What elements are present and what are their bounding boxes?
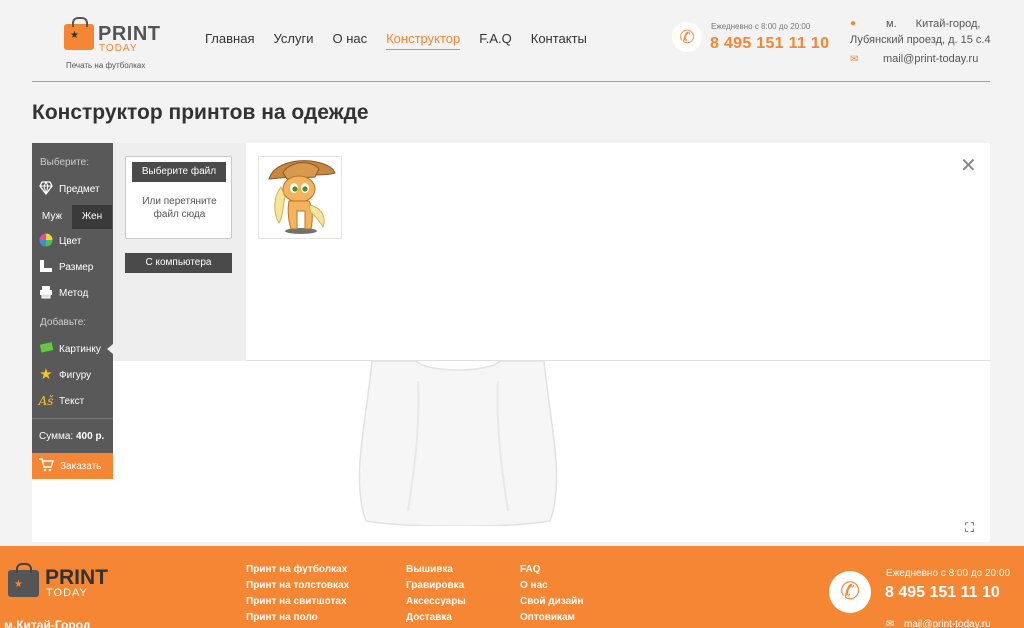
footer-metro: м.Китай-Город — [4, 618, 91, 628]
working-hours: Ежедневно с 8:00 до 20:00 — [711, 22, 811, 31]
star-icon: ★ — [70, 30, 79, 41]
page-title: Конструктор принтов на одежде — [32, 101, 369, 124]
sidebar-item-method[interactable]: Метод — [32, 282, 113, 304]
order-button-label: Заказать — [60, 460, 102, 472]
sidebar-item-shapes[interactable]: ★ Фигуру — [32, 364, 113, 386]
site-header: ★ PRINT TODAY Печать на футболках Главна… — [0, 0, 1024, 82]
close-icon[interactable]: ✕ — [960, 156, 977, 176]
sidebar-divider — [32, 418, 113, 419]
site-footer: ★ PRINT TODAY м.Китай-Город Принт на фут… — [0, 546, 1024, 628]
logo-today-text: TODAY — [99, 43, 138, 54]
footer-link[interactable]: Доставка — [406, 610, 466, 626]
nav-services[interactable]: Услуги — [273, 31, 313, 50]
choose-section-label: Выберите: — [40, 157, 89, 168]
star-icon: ★ — [14, 579, 23, 590]
gender-female-button[interactable]: Жен — [72, 205, 112, 229]
sidebar-item-label: Текст — [59, 395, 85, 407]
printer-icon — [38, 285, 54, 301]
footer-link[interactable]: FAQ — [520, 562, 583, 578]
sidebar-item-label: Фигуру — [59, 369, 92, 381]
footer-link[interactable]: Принт на поло — [246, 610, 349, 626]
sidebar-item-size[interactable]: Размер — [32, 256, 113, 278]
sidebar-item-color[interactable]: Цвет — [32, 230, 113, 252]
footer-link[interactable]: О нас — [520, 578, 583, 594]
footer-link[interactable]: Аксессуары — [406, 594, 466, 610]
from-computer-button[interactable]: С компьютера — [125, 253, 232, 273]
mail-icon: ✉ — [886, 619, 895, 628]
sidebar-item-product[interactable]: Предмет — [32, 178, 113, 200]
star-icon: ★ — [39, 366, 53, 383]
gallery-image-pony[interactable] — [258, 156, 342, 239]
shopping-bag-icon — [8, 563, 39, 597]
picture-icon — [38, 341, 54, 357]
footer-logo-today: TODAY — [46, 587, 88, 599]
address-metro: м. Китай-город, — [886, 18, 981, 30]
color-wheel-icon — [38, 233, 54, 249]
footer-link[interactable]: Гравировка — [406, 578, 466, 594]
footer-links-prints: Принт на футболках Принт на толстовках П… — [246, 562, 349, 626]
order-button[interactable]: Заказать — [32, 453, 113, 479]
sidebar-item-label: Предмет — [59, 183, 100, 195]
nav-constructor[interactable]: Конструктор — [386, 31, 461, 50]
nav-about[interactable]: О нас — [332, 31, 367, 50]
footer-link[interactable]: Принт на свитшотах — [246, 594, 349, 610]
phone-number[interactable]: 8 495 151 11 10 — [710, 35, 829, 53]
footer-link[interactable]: Принт на футболках — [246, 562, 349, 578]
header-email[interactable]: mail@print-today.ru — [883, 53, 978, 65]
footer-link[interactable]: Принт на толстовках — [246, 578, 349, 594]
footer-link[interactable]: Вышивка — [406, 562, 466, 578]
footer-email[interactable]: mail@print-today.ru — [904, 619, 991, 628]
sum-label: Сумма: — [39, 431, 74, 442]
mail-icon: ✉ — [850, 54, 859, 65]
order-sum: Сумма: 400 р. — [39, 431, 104, 442]
header-divider — [32, 81, 990, 82]
footer-phone-number[interactable]: 8 495 151 11 10 — [885, 584, 1000, 602]
footer-working-hours: Ежедневно с 8:00 до 20:00 — [886, 568, 1011, 579]
phone-icon: ✆ — [672, 22, 702, 52]
text-icon: Aš — [38, 394, 54, 408]
footer-links-info: FAQ О нас Свой дизайн Оптовикам — [520, 562, 583, 626]
pony-image — [268, 160, 336, 234]
footer-links-services: Вышивка Гравировка Аксессуары Доставка — [406, 562, 466, 626]
image-gallery: ✕ — [246, 143, 990, 361]
sidebar-item-label: Картинку — [59, 343, 101, 355]
constructor-sidebar: Выберите: Предмет Муж Жен Цвет Размер Ме… — [32, 143, 113, 479]
footer-link[interactable]: Оптовикам — [520, 610, 583, 626]
location-pin-icon: ● — [850, 18, 857, 29]
tshirt-preview — [358, 361, 558, 526]
diamond-icon — [38, 180, 54, 197]
cart-icon — [38, 457, 54, 475]
shopping-bag-icon — [64, 17, 94, 50]
gender-toggle: Муж Жен — [32, 205, 113, 229]
image-upload-panel: Выберите файл Или перетяните файл сюда С… — [113, 143, 246, 361]
sidebar-item-label: Размер — [59, 261, 94, 273]
file-dropzone[interactable]: Выберите файл Или перетяните файл сюда — [125, 156, 232, 239]
nav-home[interactable]: Главная — [205, 31, 254, 50]
nav-faq[interactable]: F.A.Q — [479, 31, 512, 50]
phone-icon: ✆ — [829, 571, 871, 613]
site-logo[interactable]: ★ PRINT TODAY Печать на футболках — [64, 17, 164, 70]
main-nav: Главная Услуги О нас Конструктор F.A.Q К… — [205, 31, 606, 50]
drop-hint: Или перетяните файл сюда — [142, 196, 217, 220]
nav-contacts[interactable]: Контакты — [531, 31, 587, 50]
logo-subtitle: Печать на футболках — [66, 61, 146, 70]
address-street: Лубянский проезд, д. 15 с.4 — [850, 34, 991, 46]
sidebar-item-pictures[interactable]: Картинку — [32, 338, 113, 360]
ruler-icon — [38, 259, 54, 275]
sidebar-item-label: Цвет — [59, 235, 82, 247]
sidebar-item-label: Метод — [59, 287, 89, 299]
gender-male-button[interactable]: Муж — [32, 205, 72, 229]
fullscreen-icon[interactable]: ⛶ — [965, 520, 974, 536]
sidebar-item-text[interactable]: Aš Текст — [32, 390, 113, 412]
footer-link[interactable]: Свой дизайн — [520, 594, 583, 610]
add-section-label: Добавьте: — [40, 317, 87, 328]
sum-value: 400 р. — [75, 431, 105, 442]
choose-file-button[interactable]: Выберите файл — [132, 162, 226, 182]
